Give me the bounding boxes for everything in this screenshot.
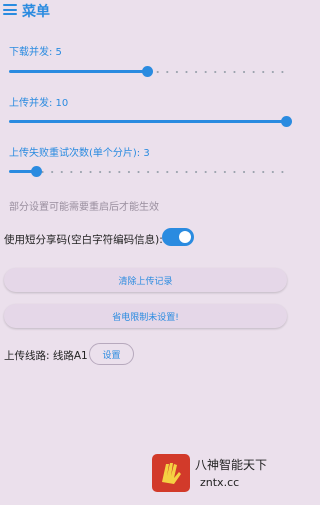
upload-concurrency-slider[interactable] [9,116,292,128]
watermark-line1: 八神智能天下 [195,458,268,472]
power-limit-button[interactable]: 省电限制未设置! [4,304,287,328]
clear-upload-button[interactable]: 清除上传记录 [4,268,287,292]
slider-track [9,171,286,173]
slider-thumb[interactable] [280,116,292,127]
slider-fill [9,70,148,73]
toggle-knob [179,231,191,243]
watermark-logo [152,454,190,492]
watermark: 八神智能天下 zntx.cc [150,452,290,496]
upload-route-settings-button[interactable]: 设置 [89,343,134,365]
slider-thumb[interactable] [31,166,43,177]
retry-count-label: 上传失败重试次数(单个分片): 3 [9,148,150,159]
restart-note: 部分设置可能需要重启后才能生效 [9,202,159,213]
header-title: 菜单 [22,4,50,20]
short-share-toggle[interactable] [162,228,194,246]
menu-icon[interactable] [3,4,17,15]
app-header: 菜单 [0,0,293,22]
upload-route-label: 上传线路: 线路A1 [4,350,88,362]
slider-fill [9,120,286,123]
retry-count-slider[interactable] [9,166,286,178]
download-concurrency-slider[interactable] [9,66,286,78]
upload-concurrency-label: 上传并发: 10 [9,98,69,109]
slider-thumb[interactable] [142,66,153,77]
watermark-line2: zntx.cc [200,476,240,489]
download-concurrency-label: 下载并发: 5 [9,47,62,58]
short-share-label: 使用短分享码(空白字符编码信息): [4,234,163,246]
